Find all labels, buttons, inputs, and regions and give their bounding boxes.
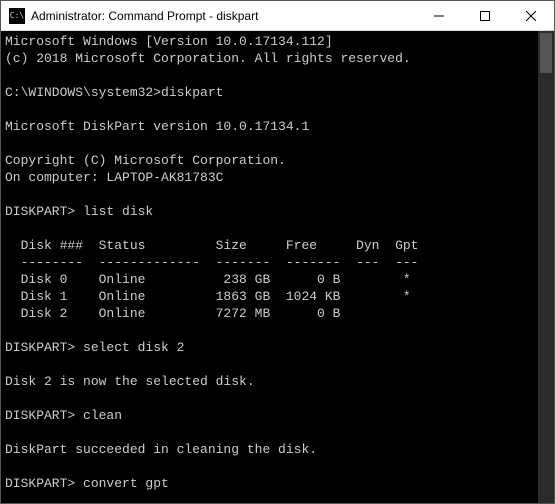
cmd-icon: C:\ [9, 8, 25, 24]
command: list disk [83, 204, 153, 219]
table-row: Disk 0 Online 238 GB 0 B * [5, 272, 411, 287]
titlebar[interactable]: C:\ Administrator: Command Prompt - disk… [1, 1, 554, 31]
prompt: DISKPART> [5, 476, 83, 491]
scrollbar-thumb[interactable] [540, 33, 552, 73]
prompt: DISKPART> [5, 204, 83, 219]
close-button[interactable] [508, 1, 554, 31]
command: clean [83, 408, 122, 423]
line: (c) 2018 Microsoft Corporation. All righ… [5, 51, 411, 66]
prompt: DISKPART> [5, 340, 83, 355]
table-sep: -------- ------------- ------- ------- -… [5, 255, 418, 270]
line: Microsoft Windows [Version 10.0.17134.11… [5, 34, 333, 49]
line: Copyright (C) Microsoft Corporation. [5, 153, 286, 168]
maximize-button[interactable] [462, 1, 508, 31]
minimize-button[interactable] [416, 1, 462, 31]
command: convert gpt [83, 476, 169, 491]
line: DiskPart succeeded in cleaning the disk. [5, 442, 317, 457]
terminal-output[interactable]: Microsoft Windows [Version 10.0.17134.11… [1, 31, 554, 503]
table-row: Disk 2 Online 7272 MB 0 B [5, 306, 340, 321]
line: On computer: LAPTOP-AK81783C [5, 170, 223, 185]
line: Microsoft DiskPart version 10.0.17134.1 [5, 119, 309, 134]
window-title: Administrator: Command Prompt - diskpart [31, 9, 416, 23]
line: Disk 2 is now the selected disk. [5, 374, 255, 389]
command: diskpart [161, 85, 223, 100]
prompt: DISKPART> [5, 408, 83, 423]
terminal-container: Microsoft Windows [Version 10.0.17134.11… [1, 31, 554, 503]
scrollbar[interactable] [538, 31, 554, 503]
command: select disk 2 [83, 340, 184, 355]
table-row: Disk 1 Online 1863 GB 1024 KB * [5, 289, 411, 304]
table-header: Disk ### Status Size Free Dyn Gpt [5, 238, 418, 253]
prompt: C:\WINDOWS\system32> [5, 85, 161, 100]
